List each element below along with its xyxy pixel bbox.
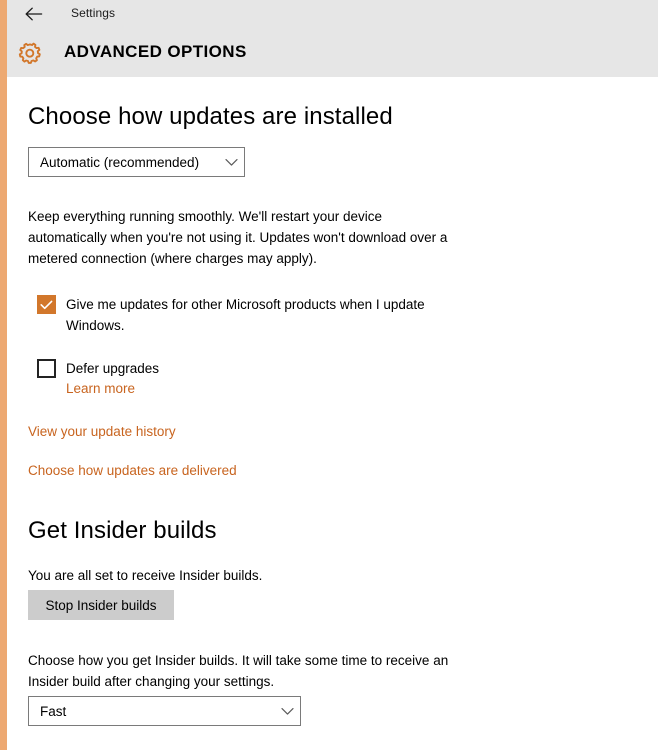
install-mode-value: Automatic (recommended): [40, 154, 200, 170]
microsoft-products-checkbox-label: Give me updates for other Microsoft prod…: [66, 297, 425, 333]
stop-insider-builds-button[interactable]: Stop Insider builds: [28, 590, 174, 620]
defer-upgrades-checkbox[interactable]: [37, 359, 56, 378]
page-header: ADVANCED OPTIONS: [7, 28, 658, 77]
choose-updates-delivered-link[interactable]: Choose how updates are delivered: [28, 463, 237, 478]
left-accent-stripe: [0, 0, 7, 750]
install-mode-dropdown[interactable]: Automatic (recommended): [28, 147, 245, 177]
updates-section-heading: Choose how updates are installed: [28, 103, 393, 130]
insider-status-text: You are all set to receive Insider build…: [28, 568, 263, 583]
microsoft-products-checkbox[interactable]: [37, 295, 56, 314]
gear-icon: [16, 40, 44, 68]
updates-description: Keep everything running smoothly. We'll …: [28, 209, 448, 266]
insider-section-heading: Get Insider builds: [28, 517, 217, 544]
defer-upgrades-checkbox-label: Defer upgrades: [66, 361, 160, 376]
insider-ring-value: Fast: [40, 703, 67, 719]
chevron-down-icon: [218, 158, 244, 167]
learn-more-link[interactable]: Learn more: [66, 381, 135, 396]
view-update-history-link[interactable]: View your update history: [28, 424, 176, 439]
chevron-down-icon: [274, 707, 300, 716]
window-title: Settings: [71, 6, 116, 20]
insider-ring-dropdown[interactable]: Fast: [28, 696, 301, 726]
insider-ring-description: Choose how you get Insider builds. It wi…: [28, 653, 449, 689]
settings-content: Choose how updates are installed Automat…: [7, 77, 658, 750]
window-title-bar: Settings: [7, 0, 658, 28]
back-arrow-icon[interactable]: [21, 3, 47, 25]
page-title: ADVANCED OPTIONS: [64, 42, 247, 61]
